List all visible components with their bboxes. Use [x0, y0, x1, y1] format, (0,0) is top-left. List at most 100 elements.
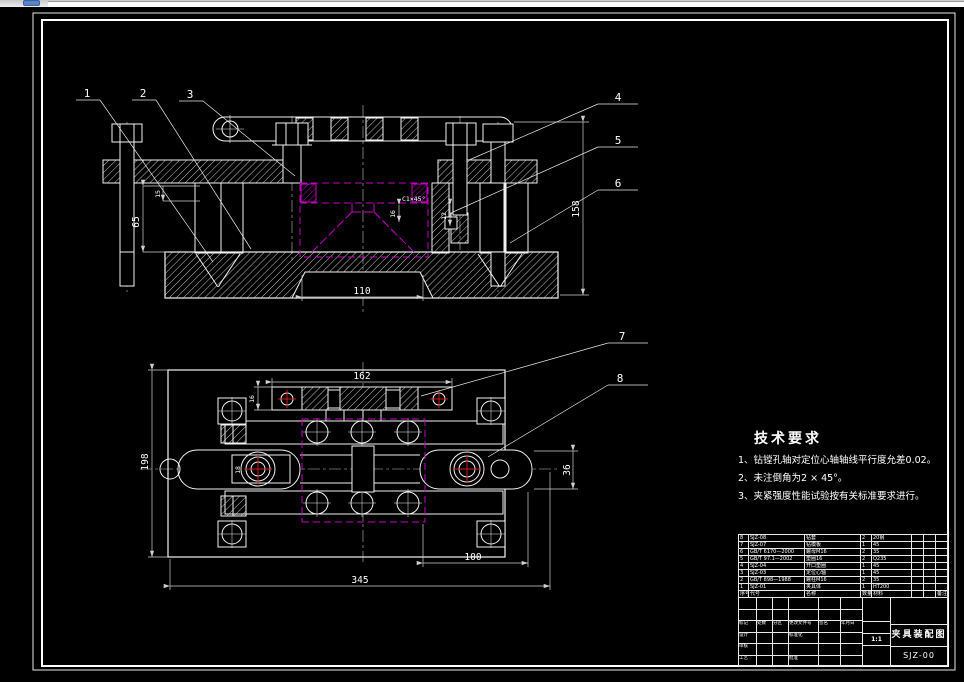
parts-row: 8 SJZ-08 钻套 2 20钢 — [739, 535, 947, 542]
parts-cell-no: 1 — [739, 584, 749, 591]
balloon-7: 7 — [619, 330, 626, 343]
parts-cell-qty: 1 — [861, 584, 872, 591]
dim-345: 345 — [351, 575, 368, 586]
parts-cell-code: GB/T 898—1988 — [749, 577, 805, 584]
app-window: 65 15 158 110 16 12 C1×45° 1 2 3 4 5 6 1… — [0, 0, 964, 682]
dim-100: 100 — [464, 552, 481, 563]
app-icon[interactable] — [23, 0, 40, 6]
plan-view — [140, 362, 560, 562]
balloon-8: 8 — [617, 372, 624, 385]
parts-cell-code: GB/T 6170—2000 — [749, 549, 805, 556]
parts-row: 6 GB/T 6170—2000 螺母M16 2 35 — [739, 549, 947, 556]
parts-header-mat: 材料 — [872, 591, 912, 598]
parts-cell-no: 7 — [739, 542, 749, 549]
parts-row: 7 SJZ-07 钻模板 1 45 — [739, 542, 947, 549]
parts-cell-mat: 45 — [872, 542, 912, 549]
parts-cell-no: 5 — [739, 556, 749, 563]
parts-header-row: 序号 代号 名称 数量 材料 备注 — [739, 591, 947, 598]
dim-162: 162 — [353, 371, 370, 382]
balloon-2: 2 — [140, 87, 147, 100]
balloon-3: 3 — [187, 88, 194, 101]
parts-header-rem: 备注 — [936, 591, 947, 598]
balloon-1: 1 — [84, 87, 91, 100]
parts-cell-qty: 2 — [861, 556, 872, 563]
parts-cell-mat: HT200 — [872, 584, 912, 591]
parts-header-no: 序号 — [739, 591, 749, 598]
balloon-4: 4 — [615, 91, 622, 104]
cad-canvas[interactable]: 65 15 158 110 16 12 C1×45° 1 2 3 4 5 6 1… — [0, 7, 964, 682]
parts-cell-no: 6 — [739, 549, 749, 556]
parts-cell-code: SJZ-08 — [749, 535, 805, 542]
parts-cell-code: GB/T 97.1—2002 — [749, 556, 805, 563]
dim-16-front: 16 — [389, 210, 397, 218]
dim-chamfer: C1×45° — [402, 195, 425, 203]
drawing-title: 夹具装配图 — [891, 625, 947, 647]
dim-36: 36 — [562, 464, 573, 476]
parts-cell-mat: 35 — [872, 549, 912, 556]
front-view — [102, 105, 559, 312]
drawing-number: SJZ-00 — [903, 651, 935, 660]
dim-198: 198 — [140, 453, 151, 470]
drawing-name-column: 夹具装配图 SJZ-00 — [891, 598, 947, 667]
clamp-left — [102, 122, 312, 258]
parts-cell-mat: 45 — [872, 563, 912, 570]
dim-15: 15 — [154, 190, 162, 198]
scale-column: 1:1 — [863, 598, 891, 667]
shaft-housing-left — [159, 449, 301, 490]
parts-cell-qty: 1 — [861, 542, 872, 549]
parts-cell-qty: 2 — [861, 549, 872, 556]
rail-lower — [224, 489, 504, 517]
balloon-6: 6 — [615, 177, 622, 190]
parts-cell-name: 钻模板 — [805, 542, 861, 549]
parts-header-name: 名称 — [805, 591, 861, 598]
parts-cell-qty: 1 — [861, 563, 872, 570]
parts-cell-qty: 2 — [861, 577, 872, 584]
parts-cell-name: 夹具体 — [805, 584, 861, 591]
parts-cell-name: 开口垫圈 — [805, 563, 861, 570]
parts-cell-mat: 45 — [872, 570, 912, 577]
parts-cell-qty: 2 — [861, 535, 872, 542]
parts-row: 4 SJZ-04 开口垫圈 1 45 — [739, 563, 947, 570]
tech-req-item: 2、未注倒角为2 × 45°。 — [738, 473, 848, 484]
tech-req-item: 3、夹紧强度性能试验按有关标准要求进行。 — [738, 491, 925, 502]
parts-cell-mat: 35 — [872, 577, 912, 584]
parts-row: 2 GB/T 898—1988 螺柱M16 2 35 — [739, 577, 947, 584]
parts-cell-no: 3 — [739, 570, 749, 577]
drill-template-bar — [271, 386, 453, 422]
parts-row: 5 GB/T 97.1—2002 垫圈16 2 Q235 — [739, 556, 947, 563]
parts-cell-no: 4 — [739, 563, 749, 570]
technical-requirements: 技术要求 1、钻镗孔轴对定位心轴轴线平行度允差0.02。 2、未注倒角为2 × … — [738, 428, 950, 506]
parts-cell-name: 螺母M16 — [805, 549, 861, 556]
parts-cell-qty: 1 — [861, 570, 872, 577]
dim-16-plan: 16 — [248, 395, 256, 403]
parts-cell-mat: Q235 — [872, 556, 912, 563]
parts-cell-name: 钻套 — [805, 535, 861, 542]
parts-cell-name: 定位心轴 — [805, 570, 861, 577]
dim-18: 18 — [234, 466, 242, 474]
rail-upper — [224, 418, 504, 446]
balloon-5: 5 — [615, 134, 622, 147]
parts-cell-code: SJZ-01 — [749, 584, 805, 591]
tech-req-item: 1、钻镗孔轴对定位心轴轴线平行度允差0.02。 — [738, 455, 937, 466]
parts-cell-code: SJZ-03 — [749, 570, 805, 577]
signature-grid: 标记 处数 分区 更改文件号 签名 年月日 设计 标准化 审核 工艺 批准 — [739, 598, 863, 667]
parts-cell-name: 螺柱M16 — [805, 577, 861, 584]
parts-row: 3 SJZ-03 定位心轴 1 45 — [739, 570, 947, 577]
scale-value: 1:1 — [863, 634, 891, 646]
clamp-right — [431, 122, 538, 258]
parts-row: 1 SJZ-01 夹具体 1 HT200 — [739, 584, 947, 591]
dim-65: 65 — [131, 216, 142, 227]
parts-header-qty: 数量 — [861, 591, 872, 598]
parts-cell-mat: 20钢 — [872, 535, 912, 542]
parts-cell-no: 8 — [739, 535, 749, 542]
parts-list: 8 SJZ-08 钻套 2 20钢 7 SJZ-07 钻模板 1 45 6 GB… — [739, 535, 947, 598]
dim-12: 12 — [440, 212, 448, 220]
toolbar-strip — [0, 0, 964, 7]
parts-header-code: 代号 — [749, 591, 805, 598]
parts-cell-code: SJZ-04 — [749, 563, 805, 570]
title-block: 8 SJZ-08 钻套 2 20钢 7 SJZ-07 钻模板 1 45 6 GB… — [738, 534, 948, 667]
dim-110: 110 — [353, 286, 370, 297]
parts-cell-name: 垫圈16 — [805, 556, 861, 563]
parts-cell-code: SJZ-07 — [749, 542, 805, 549]
parts-cell-no: 2 — [739, 577, 749, 584]
